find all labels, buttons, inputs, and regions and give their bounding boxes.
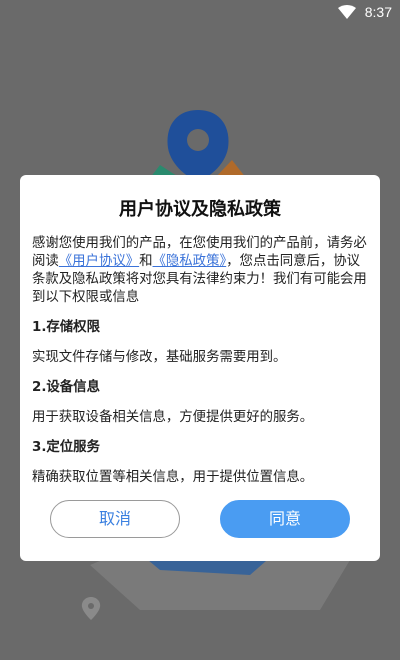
section-text-storage: 实现文件存储与修改，基础服务需要用到。: [32, 350, 287, 365]
map-pin-icon: [150, 110, 246, 180]
agree-button[interactable]: 同意: [220, 500, 350, 538]
status-bar: 8:37: [0, 0, 400, 26]
dialog-intro: 感谢您使用我们的产品，在您使用我们的产品前，请务必阅读《用户协议》和《隐私政策》…: [32, 235, 368, 307]
dialog-buttons: 取消 同意: [20, 500, 380, 540]
privacy-dialog: 用户协议及隐私政策 感谢您使用我们的产品，在您使用我们的产品前，请务必阅读《用户…: [20, 175, 380, 561]
intro-conj: 和: [139, 254, 153, 269]
user-agreement-link[interactable]: 《用户协议》: [59, 254, 139, 269]
section-title-location: 3.定位服务: [32, 440, 100, 455]
section-title-device: 2.设备信息: [32, 380, 100, 395]
section-text-device: 用于获取设备相关信息，方便提供更好的服务。: [32, 410, 314, 425]
privacy-policy-link[interactable]: 《隐私政策》: [153, 254, 227, 269]
dialog-title: 用户协议及隐私政策: [119, 199, 281, 220]
section-text-location: 精确获取位置等相关信息，用于提供位置信息。: [32, 470, 314, 485]
location-pin-icon: [81, 597, 101, 620]
section-title-storage: 1.存储权限: [32, 320, 100, 335]
status-time: 8:37: [364, 4, 392, 20]
wifi-icon: [338, 5, 356, 19]
cancel-button[interactable]: 取消: [50, 500, 180, 538]
